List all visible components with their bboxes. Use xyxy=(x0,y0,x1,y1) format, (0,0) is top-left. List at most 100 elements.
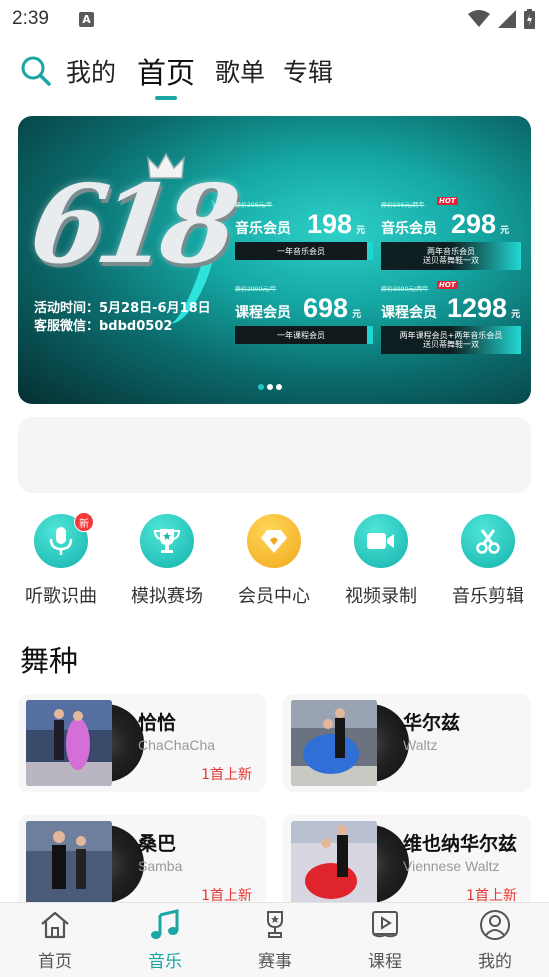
cover-disc xyxy=(291,700,409,786)
hot-badge: HOT xyxy=(437,197,458,205)
dance-name: 华尔兹 xyxy=(403,712,461,734)
hot-badge: HOT xyxy=(437,281,458,289)
card-desc-line-1: 两年音乐会员 xyxy=(427,247,475,256)
microphone-icon xyxy=(49,527,73,555)
banner-618-text: 618 xyxy=(23,162,237,288)
notice-placeholder xyxy=(18,417,531,493)
signal-icon xyxy=(498,10,516,28)
cover-image xyxy=(291,700,377,786)
cover-image xyxy=(26,821,112,907)
card-price: 698 xyxy=(303,293,349,323)
pagination-dot[interactable] xyxy=(258,384,264,390)
status-time: 2:39 xyxy=(12,8,49,29)
search-icon[interactable] xyxy=(20,55,52,87)
promo-card-course-1y[interactable]: 原价2990元/年 课程会员 698 元 一年课程会员 xyxy=(235,284,373,344)
dance-card-chachacha[interactable]: 恰恰 ChaChaCha 1首上新 xyxy=(18,694,266,792)
promo-card-course-2y[interactable]: 原价3990元/两年 HOT 课程会员 1298 元 两年课程会员+两年音乐会员… xyxy=(381,281,521,354)
card-name: 音乐会员 xyxy=(381,221,437,237)
new-songs-count: 1首上新 xyxy=(201,767,252,783)
shortcut-video-record[interactable]: 视频录制 xyxy=(328,514,434,608)
section-title-dance-types: 舞种 xyxy=(20,644,79,678)
dance-card-viennese-waltz[interactable]: 维也纳华尔兹 Viennese Waltz 1首上新 xyxy=(283,815,531,913)
shortcut-music-edit[interactable]: 音乐剪辑 xyxy=(435,514,541,608)
top-nav: 我的 首页 歌单 专辑 xyxy=(0,44,549,104)
scissors-icon xyxy=(476,529,500,554)
shortcut-label: 音乐剪辑 xyxy=(452,586,524,607)
dance-name: 维也纳华尔兹 xyxy=(403,833,518,855)
shortcut-song-recognition[interactable]: 新 听歌识曲 xyxy=(8,512,114,608)
card-desc: 一年课程会员 xyxy=(235,326,373,344)
dance-card-samba[interactable]: 桑巴 Samba 1首上新 xyxy=(18,815,266,913)
card-unit: 元 xyxy=(352,310,362,320)
status-icons xyxy=(468,9,535,29)
cover-disc xyxy=(291,821,409,907)
card-unit: 元 xyxy=(500,226,510,236)
activity-time: 活动时间：5月28日-6月18日 xyxy=(34,301,211,316)
dance-en-name: ChaChaCha xyxy=(138,737,216,753)
cover-disc xyxy=(26,821,144,907)
new-badge: 新 xyxy=(74,512,94,532)
shortcut-label: 会员中心 xyxy=(238,586,310,607)
promo-card-music-2y[interactable]: 原价596元/两年 HOT 音乐会员 298 元 两年音乐会员 送贝蒂舞鞋一双 xyxy=(381,197,521,270)
card-price: 198 xyxy=(307,209,353,239)
dance-name: 恰恰 xyxy=(138,712,177,734)
cover-image xyxy=(291,821,377,907)
pagination-dot[interactable] xyxy=(267,384,273,390)
promo-banner[interactable]: 618 活动时间：5月28日-6月18日 客服微信：bdbd0502 原价298… xyxy=(18,116,531,404)
card-price: 298 xyxy=(451,209,497,239)
shortcut-label: 模拟赛场 xyxy=(131,586,203,607)
notification-a-icon: A xyxy=(78,11,94,27)
card-name: 课程会员 xyxy=(235,305,291,321)
card-price: 1298 xyxy=(447,293,508,323)
pagination-dot[interactable] xyxy=(276,384,282,390)
user-icon xyxy=(480,910,510,940)
cover-disc xyxy=(26,700,144,786)
dance-en-name: Viennese Waltz xyxy=(403,858,500,874)
dance-card-waltz[interactable]: 华尔兹 Waltz xyxy=(283,694,531,792)
tab-label: 我的 xyxy=(478,952,512,972)
card-desc-line-1: 两年课程会员+两年音乐会员 xyxy=(399,331,503,340)
bottom-tab-music[interactable]: 音乐 xyxy=(115,909,215,972)
dance-en-name: Samba xyxy=(138,858,183,874)
bottom-tab-events[interactable]: 赛事 xyxy=(225,909,325,972)
promo-card-music-1y[interactable]: 原价298元/年 音乐会员 198 元 一年音乐会员 xyxy=(235,200,373,260)
banner-info: 活动时间：5月28日-6月18日 客服微信：bdbd0502 xyxy=(34,300,211,336)
card-name: 音乐会员 xyxy=(235,221,291,237)
bottom-tab-mine[interactable]: 我的 xyxy=(445,909,545,972)
tab-playlist[interactable]: 歌单 xyxy=(215,53,265,89)
bottom-tab-home[interactable]: 首页 xyxy=(5,909,105,972)
banner-pagination xyxy=(258,384,282,390)
shortcut-label: 视频录制 xyxy=(345,586,417,607)
card-desc-line-2: 送贝蒂舞鞋一双 xyxy=(422,340,479,349)
tab-label: 赛事 xyxy=(258,952,292,972)
card-unit: 元 xyxy=(511,310,521,320)
bottom-tab-courses[interactable]: 课程 xyxy=(335,909,435,972)
diamond-icon xyxy=(261,530,287,553)
tab-label: 课程 xyxy=(368,952,402,972)
status-bar: 2:39 A xyxy=(0,0,549,38)
battery-icon xyxy=(524,9,535,29)
card-desc: 两年课程会员+两年音乐会员 送贝蒂舞鞋一双 xyxy=(381,326,521,354)
tab-label: 音乐 xyxy=(148,952,182,972)
original-price: 原价298元/年 xyxy=(235,202,273,209)
shortcut-label: 听歌识曲 xyxy=(25,586,97,607)
video-camera-icon xyxy=(367,533,394,549)
bottom-tab-bar: 首页 音乐 赛事 课程 我的 xyxy=(0,902,549,977)
dance-name: 桑巴 xyxy=(138,833,177,855)
tab-label: 首页 xyxy=(38,952,72,972)
card-desc-line-2: 送贝蒂舞鞋一双 xyxy=(423,256,479,265)
shortcut-member-center[interactable]: 会员中心 xyxy=(221,514,327,608)
tab-home[interactable]: 首页 xyxy=(137,50,195,92)
tab-mine[interactable]: 我的 xyxy=(66,53,116,89)
original-price: 原价2990元/年 xyxy=(235,286,277,293)
shortcut-grid: 新 听歌识曲 模拟赛场 会员中心 视频录制 音乐剪辑 xyxy=(0,512,549,614)
video-book-icon xyxy=(372,911,398,938)
app-screen: 2:39 A 我的 首页 歌单 专辑 618 活动时间：5月28日-6月18日 … xyxy=(0,0,549,977)
wifi-icon xyxy=(468,10,490,27)
service-wechat: 客服微信：bdbd0502 xyxy=(34,319,173,334)
card-name: 课程会员 xyxy=(381,305,437,321)
tab-album[interactable]: 专辑 xyxy=(283,53,333,89)
crown-icon xyxy=(147,152,185,179)
music-note-icon xyxy=(151,909,179,939)
shortcut-mock-contest[interactable]: 模拟赛场 xyxy=(114,514,220,608)
